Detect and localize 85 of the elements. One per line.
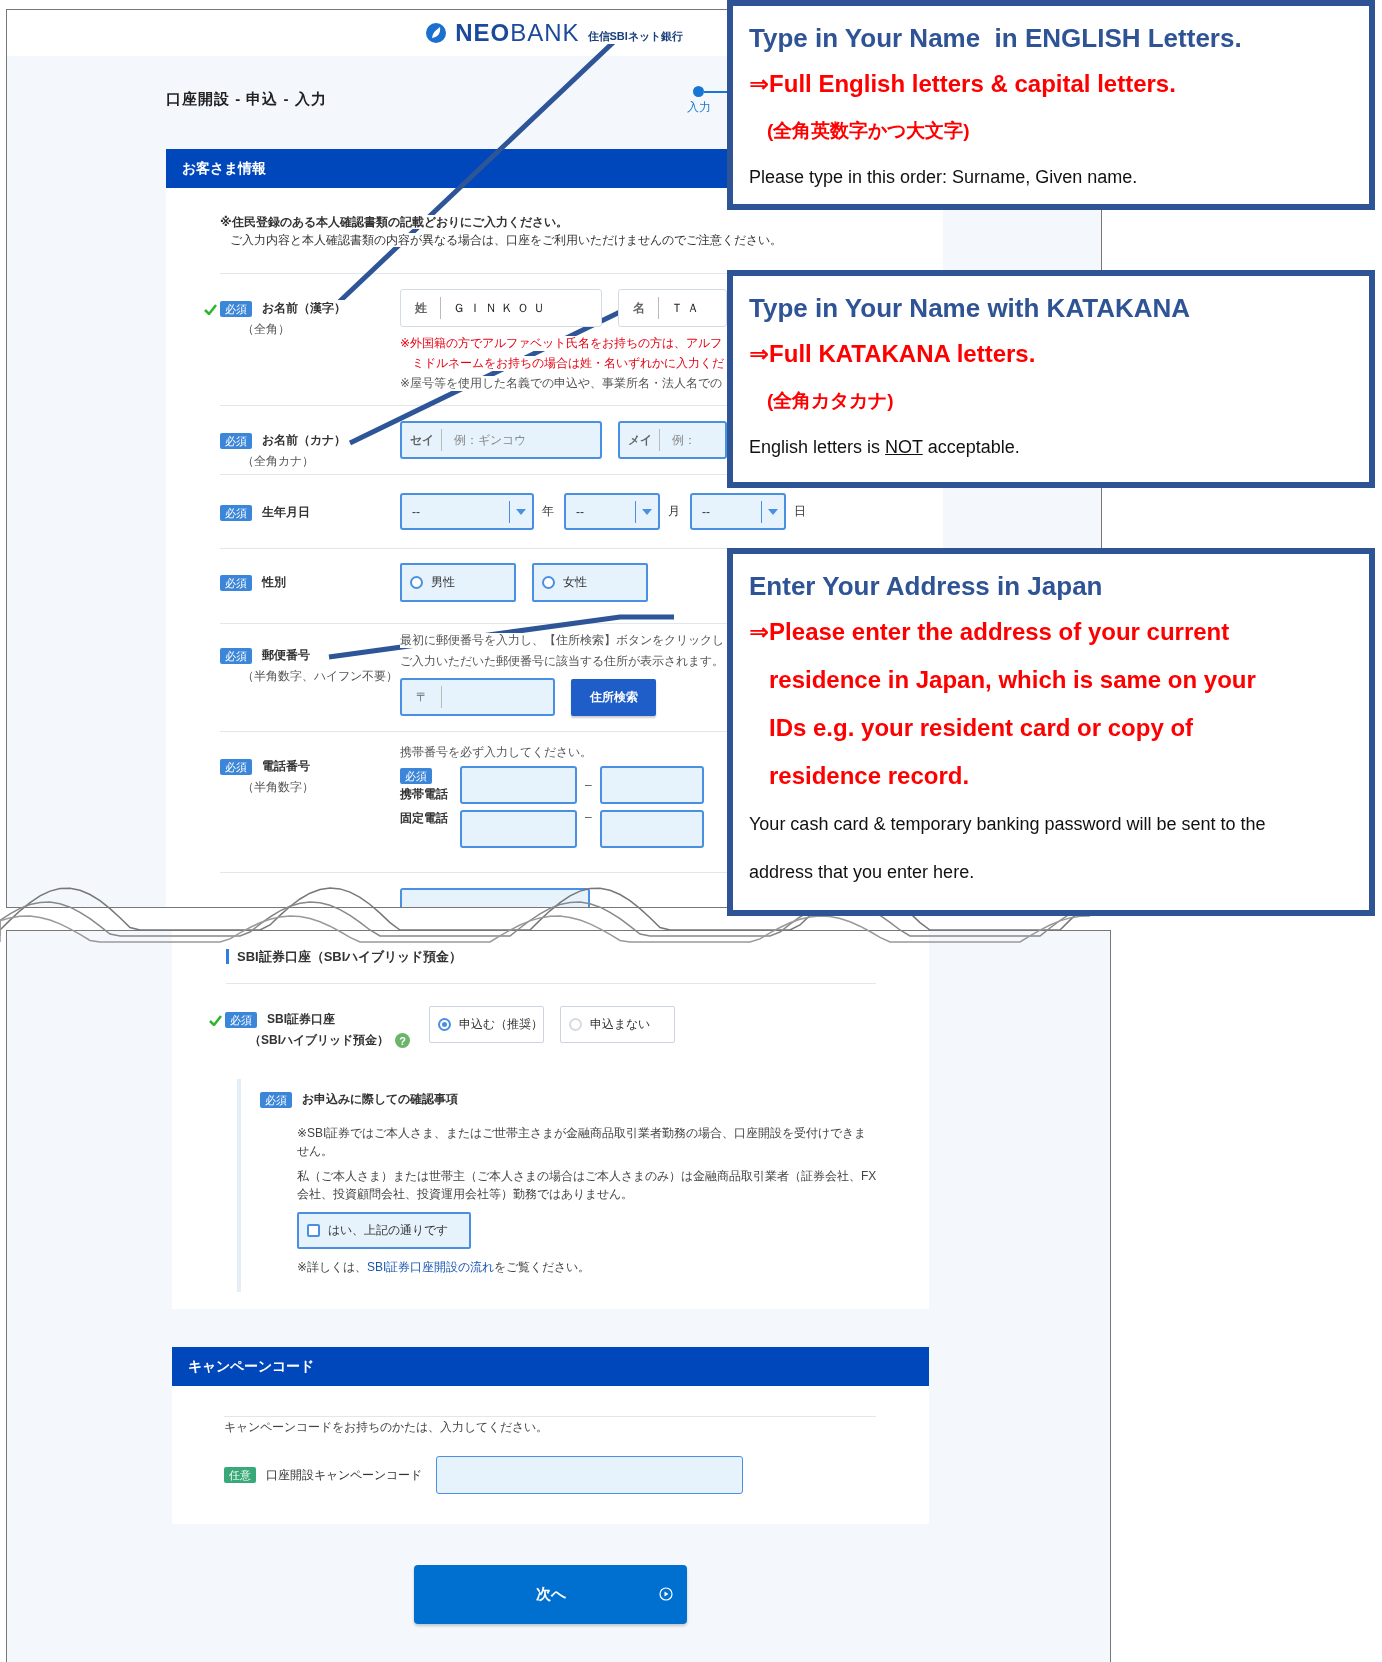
required-badge: 必須 xyxy=(225,1011,257,1028)
date-select[interactable]: -- xyxy=(690,493,786,530)
gender-option[interactable]: 男性 xyxy=(400,563,516,602)
warning-note: ※外国籍の方でアルファベット氏名をお持ちの方は、アルフ xyxy=(400,336,723,351)
required-badge: 必須 xyxy=(260,1091,292,1108)
date-unit: 年 xyxy=(542,503,554,520)
required-badge: 必須 xyxy=(400,767,432,784)
date-select[interactable]: -- xyxy=(564,493,660,530)
field-prefix: 姓 xyxy=(401,297,441,319)
field-note: キャンペーンコードをお持ちのかたは、入力してください。 xyxy=(224,1419,549,1436)
caret-icon xyxy=(516,508,526,515)
section-header: キャンペーンコード xyxy=(172,1347,929,1386)
postal-code-field[interactable]: 〒 xyxy=(400,678,555,716)
callout-subtitle: (全角英数字かつ大文字) xyxy=(766,119,971,143)
required-badge: 必須 xyxy=(220,432,252,449)
callout-title: Enter Your Address in Japan xyxy=(749,570,1104,603)
phone-field[interactable] xyxy=(599,810,704,848)
confirm-text: ※SBI証券ではご本人さま、またはご世帯主さまが金融商品取引業者勤務の場合、口座開設を受付けできません。 xyxy=(297,1125,868,1160)
callout-instruction: ⇒Please enter the address of your current residence in Japan, which is same on your IDs e.g. your resident card or copy of residence record. xyxy=(749,617,1257,791)
kana-field[interactable]: メイ 例： xyxy=(618,421,727,459)
field-label: 携帯電話 xyxy=(400,785,448,803)
detail-note: ※詳しくは、SBI証券口座開設の流れをご覧ください。 xyxy=(297,1259,591,1276)
radio-button[interactable] xyxy=(542,576,555,589)
caret-icon xyxy=(642,508,652,515)
play-circle-icon xyxy=(659,1587,673,1601)
field-label: 電話番号 xyxy=(262,758,310,775)
kana-field[interactable]: セイ 例：ギンコウ xyxy=(400,421,602,459)
name-field[interactable]: 名 ＴＡ xyxy=(618,289,727,327)
phone-field[interactable] xyxy=(460,766,577,804)
phone-field[interactable] xyxy=(599,766,704,804)
callout-instruction: ⇒Full English letters & capital letters. xyxy=(749,69,1177,99)
confirm-checkbox[interactable]: はい、上記の通りです xyxy=(297,1212,471,1249)
separator: – xyxy=(585,810,592,824)
callout-title: Type in Your Name with KATAKANA xyxy=(749,292,1192,325)
name-field[interactable]: 姓 ＧＩＮＫＯＵ xyxy=(400,289,602,327)
field-label: 口座開設キャンペーンコード xyxy=(266,1466,423,1484)
campaign-code-field[interactable] xyxy=(436,1456,743,1494)
field-note: ※屋号等を使用した名義での申込や、事業所名・法人名での xyxy=(400,376,723,391)
radio-button[interactable] xyxy=(410,576,423,589)
check-icon xyxy=(204,304,217,315)
checkbox[interactable] xyxy=(307,1224,320,1237)
step-label: 入力 xyxy=(687,99,711,116)
callout-text: English letters is NOT acceptable. xyxy=(749,436,1021,459)
logo: NEOBANK xyxy=(455,19,580,47)
warning-note: ミドルネームをお持ちの場合は姓・名いずれかに入力くだ xyxy=(412,356,724,371)
field-prefix: メイ xyxy=(620,429,660,451)
logo-icon xyxy=(425,22,448,44)
radio-button[interactable] xyxy=(438,1018,451,1031)
callout-title: Type in Your Name in ENGLISH Letters. xyxy=(749,22,1243,55)
field-prefix: セイ xyxy=(402,429,442,451)
field-label: 生年月日 xyxy=(262,504,310,521)
field-label: SBI証券口座 xyxy=(267,1011,335,1028)
field-prefix: 〒 xyxy=(402,686,442,708)
required-badge: 必須 xyxy=(220,574,252,591)
field-label: 固定電話 xyxy=(400,810,448,827)
callout-text: Your cash card & temporary banking password will be sent to the address that you enter here. xyxy=(749,813,1267,884)
field-label: お申込みに際しての確認事項 xyxy=(302,1091,458,1108)
field-label: 性別 xyxy=(262,574,286,591)
next-button[interactable]: 次へ xyxy=(414,1565,687,1624)
field-prefix: 名 xyxy=(619,297,659,319)
gender-option[interactable]: 女性 xyxy=(532,563,648,602)
required-badge: 必須 xyxy=(220,300,252,317)
logo-subtitle: 住信SBIネット銀行 xyxy=(587,28,683,44)
required-badge: 必須 xyxy=(220,758,252,775)
date-select[interactable]: -- xyxy=(400,493,534,530)
field-note: 最初に郵便番号を入力し、【住所検索】ボタンをクリックし xyxy=(400,633,724,648)
optional-badge: 任意 xyxy=(224,1467,256,1483)
callout-subtitle: (全角カタカナ) xyxy=(766,389,895,413)
field-label: 郵便番号 xyxy=(262,647,310,664)
callout-instruction: ⇒Full KATAKANA letters. xyxy=(749,339,1037,369)
flow-link[interactable]: SBI証券口座開設の流れ xyxy=(367,1260,495,1274)
separator: – xyxy=(585,778,592,792)
phone-field[interactable] xyxy=(460,810,577,848)
confirm-text: 私（ご本人さま）または世帯主（ご本人さまの場合はご本人さまのみ）は金融商品取引業者（証券会社、FX会社、投資顧問会社、投資運用会社等）勤務ではありません。 xyxy=(297,1168,877,1203)
required-badge: 必須 xyxy=(220,647,252,664)
radio-option[interactable]: 申込む（推奨） xyxy=(429,1006,544,1043)
date-unit: 月 xyxy=(668,503,680,520)
field-label: お名前（漢字） xyxy=(262,300,346,317)
date-unit: 日 xyxy=(794,503,806,520)
address-search-button[interactable]: 住所検索 xyxy=(571,678,656,716)
caret-icon xyxy=(768,508,778,515)
radio-option[interactable]: 申込まない xyxy=(560,1006,675,1043)
check-icon xyxy=(209,1015,222,1026)
section-heading: SBI証券口座（SBIハイブリッド預金） xyxy=(226,949,929,964)
required-badge: 必須 xyxy=(220,504,252,521)
